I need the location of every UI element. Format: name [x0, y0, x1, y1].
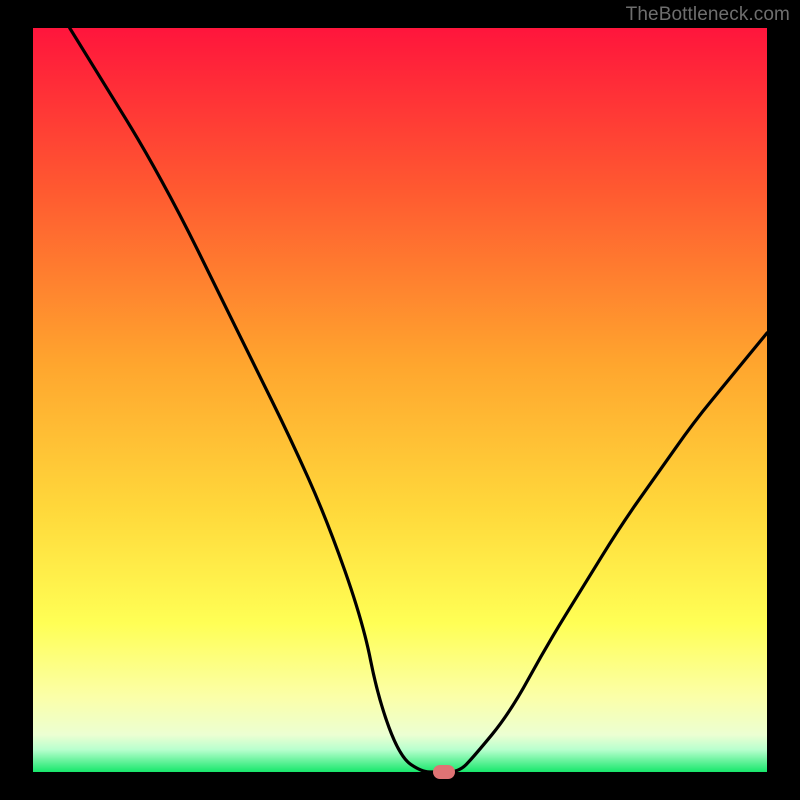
gradient-background — [33, 28, 767, 772]
watermark-text: TheBottleneck.com — [626, 4, 790, 26]
chart-frame: TheBottleneck.com — [0, 0, 800, 800]
current-position-marker — [433, 765, 455, 779]
chart-svg — [33, 28, 767, 772]
plot-area — [33, 28, 767, 772]
